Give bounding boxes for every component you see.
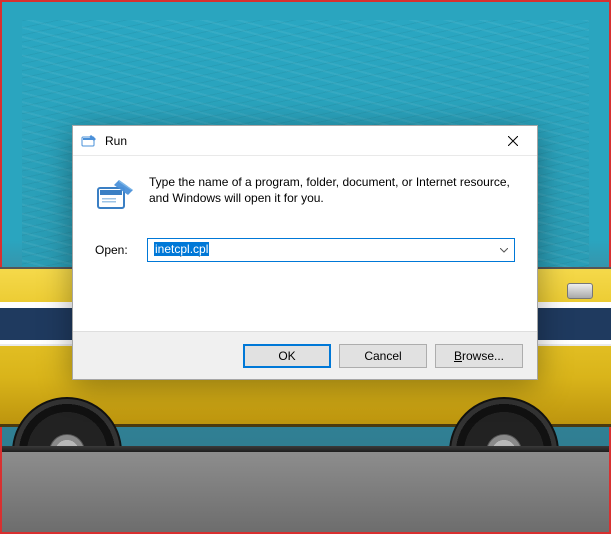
dialog-title: Run [105, 134, 490, 148]
close-button[interactable] [490, 126, 535, 155]
browse-button[interactable]: Browse... [435, 344, 523, 368]
titlebar[interactable]: Run [73, 126, 537, 156]
cancel-button[interactable]: Cancel [339, 344, 427, 368]
open-label: Open: [95, 243, 135, 257]
browse-accel: B [454, 349, 462, 363]
open-input[interactable] [147, 238, 515, 262]
chevron-down-icon[interactable] [494, 239, 514, 261]
dialog-description: Type the name of a program, folder, docu… [149, 174, 515, 206]
dialog-content: Type the name of a program, folder, docu… [73, 156, 537, 331]
ok-button[interactable]: OK [243, 344, 331, 368]
close-icon [508, 136, 518, 146]
run-dialog: Run Type the name of a program, folder, … [72, 125, 538, 380]
browse-rest: rowse... [462, 349, 504, 363]
open-combobox[interactable]: inetcpl.cpl [147, 238, 515, 262]
run-icon [95, 176, 135, 216]
run-icon [81, 133, 97, 149]
button-row: OK Cancel Browse... [73, 331, 537, 379]
